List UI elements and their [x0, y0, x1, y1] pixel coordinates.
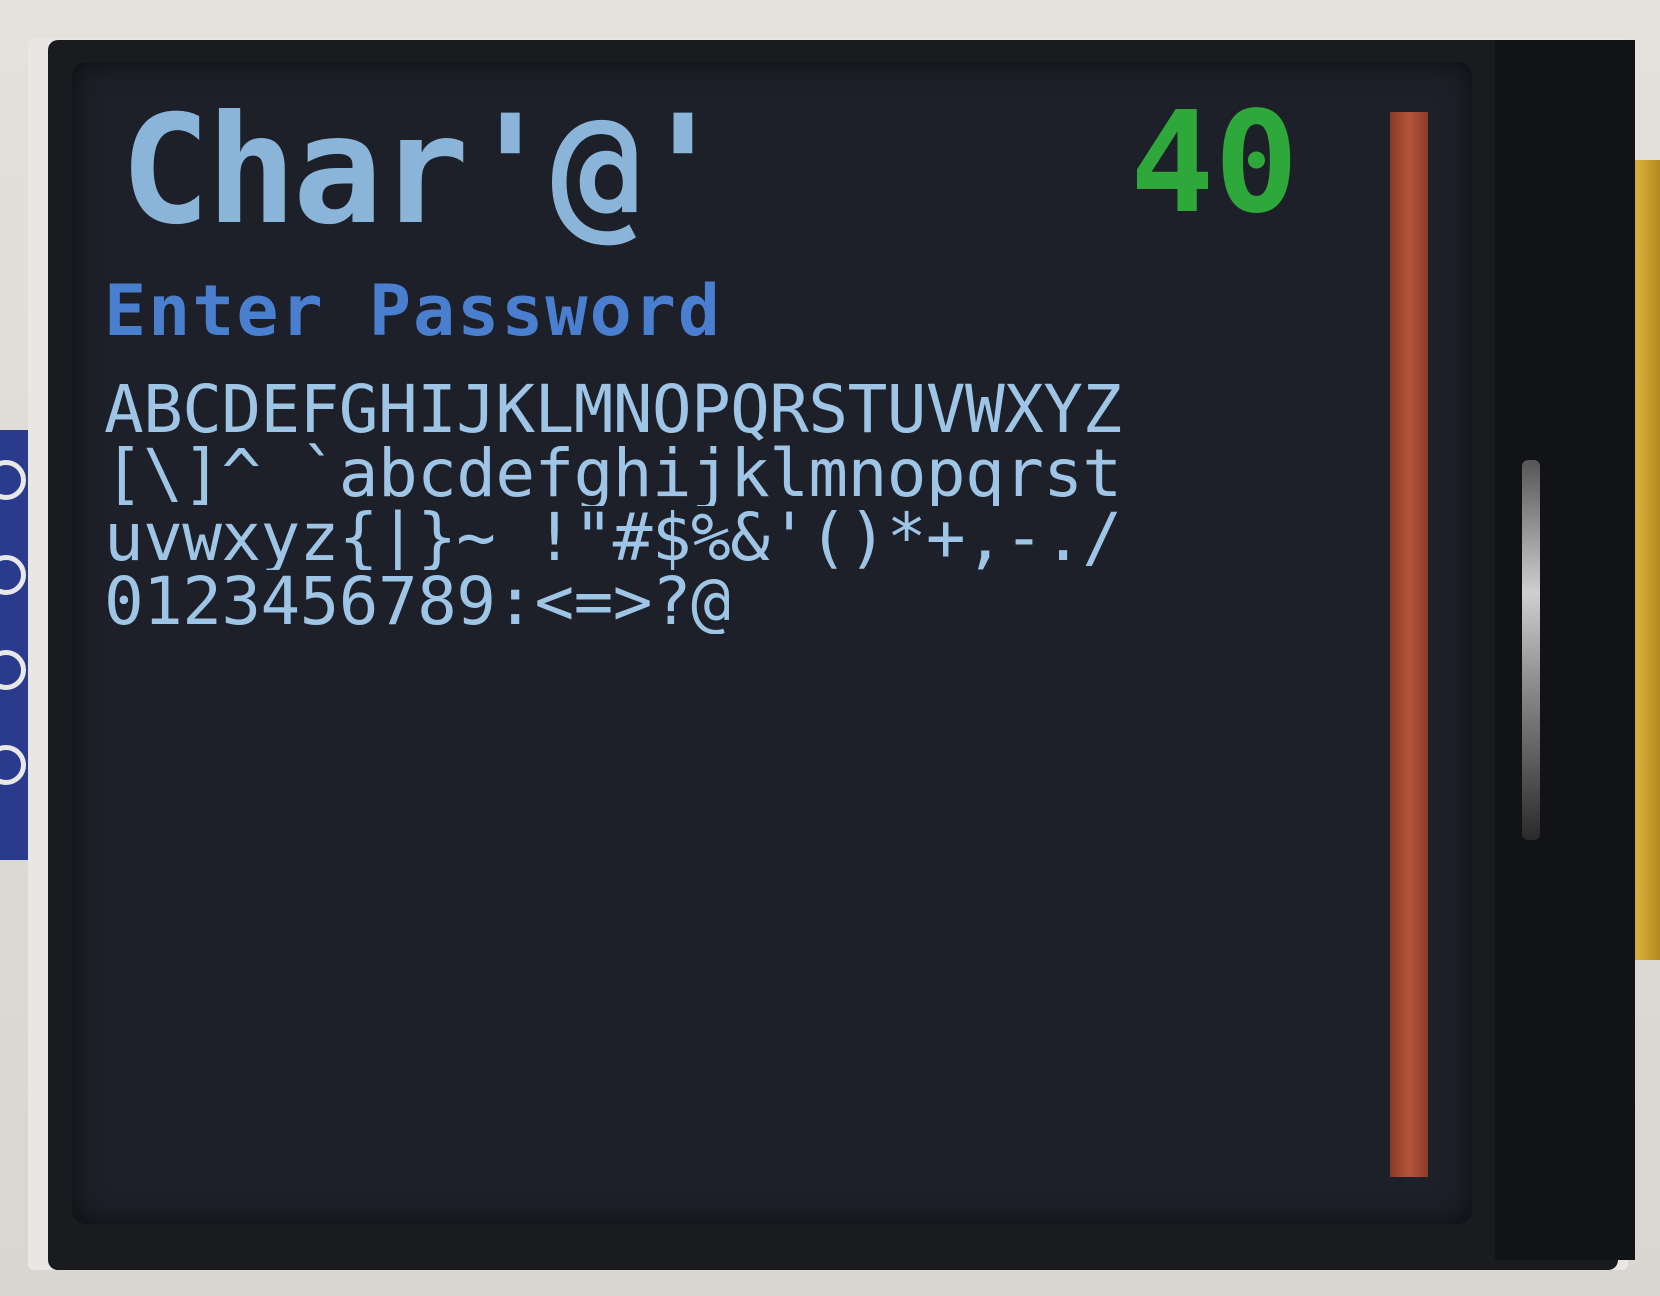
character-grid[interactable]: ABCDEFGHIJKLMNOPQRSTUVWXYZ [\]^_`abcdefg…	[104, 378, 1404, 634]
character-title: Char'@'	[120, 84, 728, 258]
charset-row[interactable]: 0123456789:<=>?@	[104, 570, 1394, 634]
glass-reflection	[1522, 460, 1540, 840]
device-board: Char'@' 40 Enter Password ABCDEFGHIJKLMN…	[0, 0, 1660, 1296]
character-count: 40	[1130, 82, 1299, 245]
charset-row[interactable]: uvwxyz{|}~ !"#$%&'()*+,-./	[104, 506, 1394, 570]
header-pin	[0, 745, 26, 785]
header-pin	[0, 460, 26, 500]
scrollbar[interactable]	[1390, 112, 1428, 1177]
lcd-edge	[1495, 40, 1635, 1260]
charset-row[interactable]: ABCDEFGHIJKLMNOPQRSTUVWXYZ	[104, 378, 1394, 442]
header-pin	[0, 555, 26, 595]
password-prompt: Enter Password	[104, 270, 723, 352]
header-pin	[0, 650, 26, 690]
charset-row[interactable]: [\]^_`abcdefghijklmnopqrst	[104, 442, 1394, 506]
